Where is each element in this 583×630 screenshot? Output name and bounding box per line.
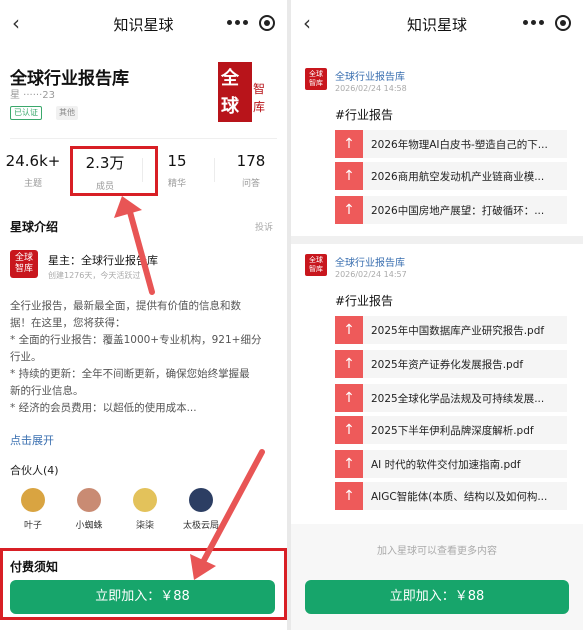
pdf-icon: ↑ — [335, 450, 363, 478]
post-tag[interactable]: #行业报告 — [335, 292, 393, 309]
file-item[interactable]: ↑ 2025全球化学品法规及可持续发展... — [335, 384, 567, 412]
more-dots-icon[interactable] — [523, 17, 545, 29]
screenshot-root: ‹ 知识星球 全球行业报告库 星 ······23 已认证 其他 全 球 智 库… — [0, 0, 583, 630]
post-author[interactable]: 全球行业报告库 — [335, 254, 405, 269]
annotation-arrows — [114, 196, 265, 580]
file-item[interactable]: ↑ AIGC智能体(本质、结构以及如何构... — [335, 482, 567, 510]
more-content-hint: 加入星球可以查看更多内容 — [377, 546, 497, 557]
pdf-icon: ↑ — [335, 384, 363, 412]
post-divider — [291, 236, 583, 244]
pdf-icon: ↑ — [335, 196, 363, 224]
planet-home-panel: ‹ 知识星球 全球行业报告库 星 ······23 已认证 其他 全 球 智 库… — [0, 0, 287, 630]
pdf-icon: ↑ — [335, 162, 363, 190]
post-date: 2026/02/24 14:57 — [335, 270, 407, 279]
post-tag[interactable]: #行业报告 — [335, 106, 393, 123]
planet-feed-panel: ‹ 知识星球 全球 智库 全球行业报告库 2026/02/24 14:58 #行… — [291, 0, 583, 630]
pdf-icon: ↑ — [335, 316, 363, 344]
file-item[interactable]: ↑ 2026年物理AI白皮书-塑造自己的下... — [335, 130, 567, 158]
file-item[interactable]: ↑ 2025年资产证券化发展报告.pdf — [335, 350, 567, 378]
post-avatar[interactable]: 全球 智库 — [305, 68, 327, 90]
pdf-icon: ↑ — [335, 416, 363, 444]
file-item[interactable]: ↑ 2025下半年伊利品牌深度解析.pdf — [335, 416, 567, 444]
top-nav-bar: ‹ 知识星球 — [291, 0, 583, 48]
file-item[interactable]: ↑ 2026中国房地产展望：打破循环：... — [335, 196, 567, 224]
target-icon[interactable] — [555, 15, 571, 31]
pdf-icon: ↑ — [335, 350, 363, 378]
pdf-icon: ↑ — [335, 482, 363, 510]
post-author[interactable]: 全球行业报告库 — [335, 68, 405, 83]
file-item[interactable]: ↑ 2025年中国数据库产业研究报告.pdf — [335, 316, 567, 344]
file-item[interactable]: ↑ 2026商用航空发动机产业链商业模... — [335, 162, 567, 190]
post-avatar[interactable]: 全球 智库 — [305, 254, 327, 276]
locked-area — [291, 524, 583, 630]
post-date: 2026/02/24 14:58 — [335, 84, 407, 93]
join-button[interactable]: 立即加入：￥88 — [305, 580, 569, 614]
file-item[interactable]: ↑ AI 时代的软件交付加速指南.pdf — [335, 450, 567, 478]
pdf-icon: ↑ — [335, 130, 363, 158]
